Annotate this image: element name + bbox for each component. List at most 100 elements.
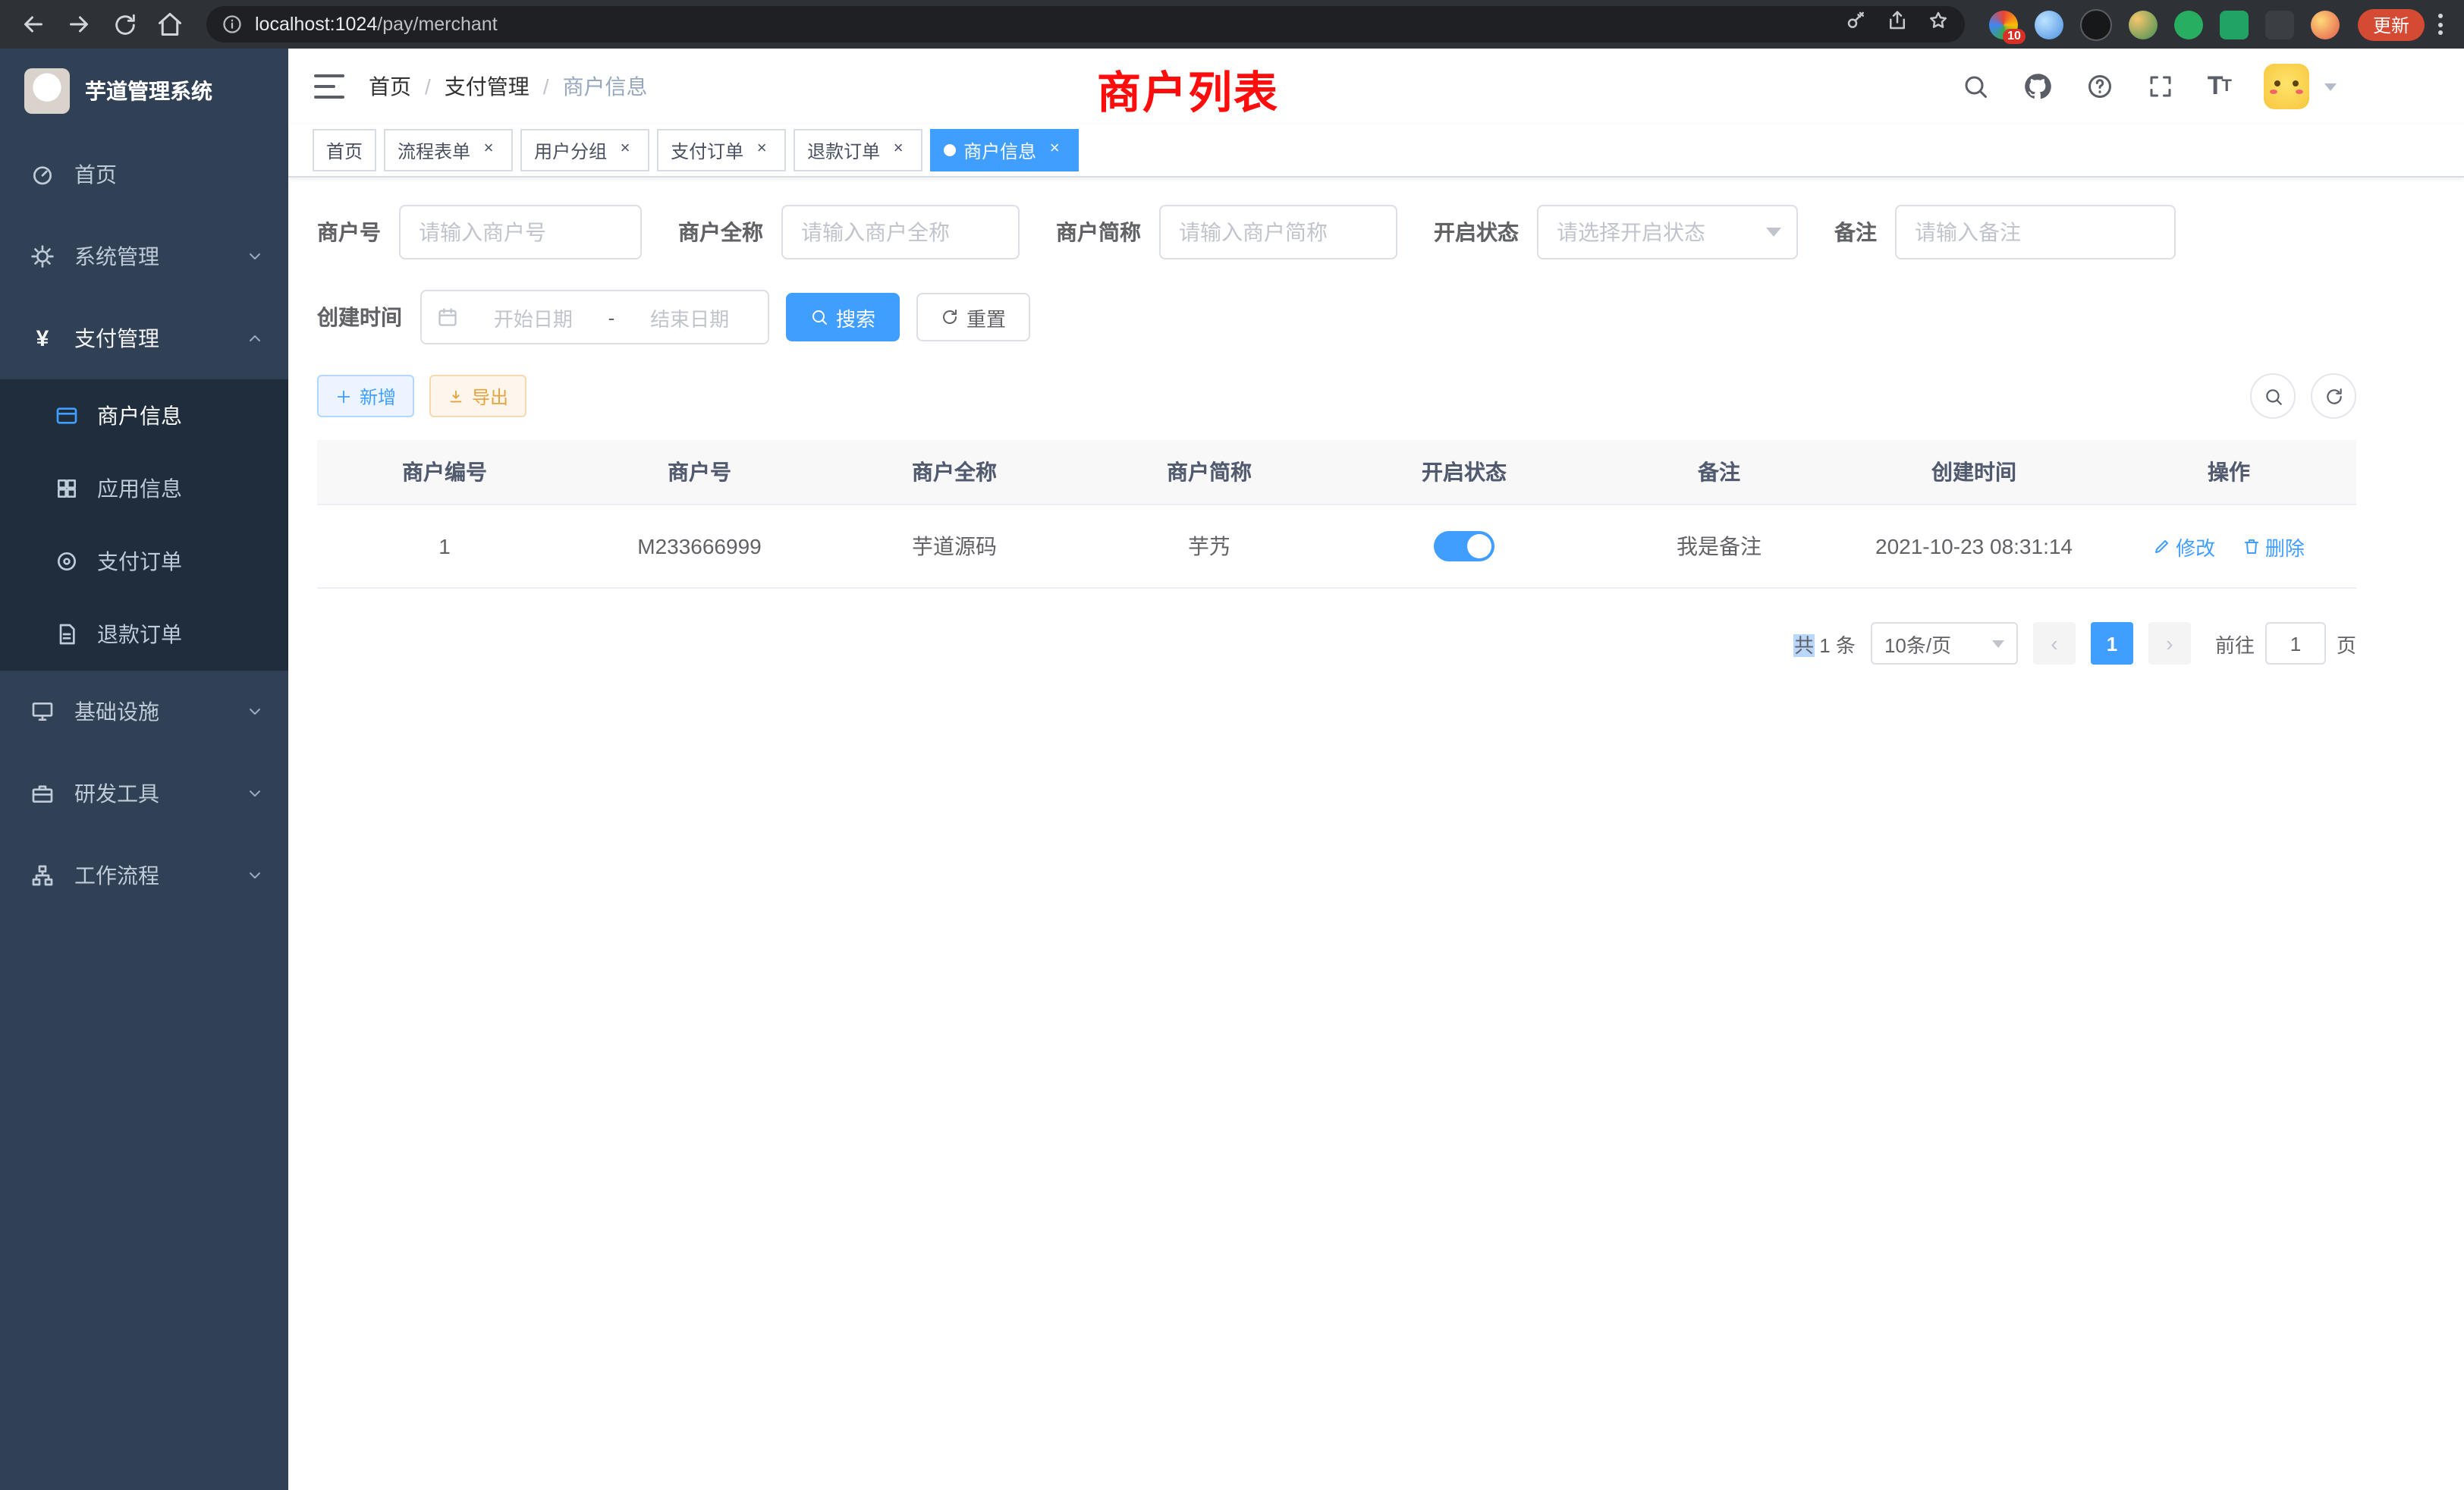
bookmark-star-icon[interactable] xyxy=(1927,9,1950,39)
close-icon[interactable]: × xyxy=(751,140,772,161)
sidebar-item-label: 退款订单 xyxy=(97,619,182,649)
sidebar-item-system[interactable]: 系统管理 xyxy=(0,215,288,297)
fullscreen-icon[interactable] xyxy=(2147,73,2174,100)
extension-icon-6[interactable] xyxy=(2220,10,2249,39)
tab-process-form[interactable]: 流程表单× xyxy=(384,129,513,171)
browser-forward-button[interactable] xyxy=(58,3,100,46)
chrome-update-button[interactable]: 更新 xyxy=(2358,8,2425,40)
edit-link[interactable]: 修改 xyxy=(2153,532,2215,561)
sidebar-item-workflow[interactable]: 工作流程 xyxy=(0,835,288,916)
show-search-toggle-button[interactable] xyxy=(2250,373,2296,419)
sidebar-item-merchant-info[interactable]: 商户信息 xyxy=(0,379,288,452)
dashboard-icon xyxy=(30,162,55,187)
full-name-input[interactable] xyxy=(781,205,1020,259)
reset-button[interactable]: 重置 xyxy=(916,293,1030,341)
cell-short-name: 芋艿 xyxy=(1082,505,1337,588)
tab-label: 商户信息 xyxy=(963,137,1036,163)
filter-row-2: 创建时间 开始日期 - 结束日期 搜索 重置 xyxy=(317,290,2356,344)
column-header: 商户简称 xyxy=(1082,440,1337,505)
sidebar-item-refund-orders[interactable]: 退款订单 xyxy=(0,598,288,671)
button-label: 新增 xyxy=(360,383,396,409)
extension-icon-1[interactable]: 10 xyxy=(1989,10,2018,39)
extension-icon-4[interactable] xyxy=(2129,10,2158,39)
sidebar-item-payment[interactable]: ¥ 支付管理 xyxy=(0,297,288,379)
font-size-icon[interactable]: TT xyxy=(2208,71,2230,102)
sidebar-item-app-info[interactable]: 应用信息 xyxy=(0,452,288,525)
close-icon[interactable]: × xyxy=(1044,140,1065,161)
avatar[interactable] xyxy=(2264,64,2309,109)
date-end-placeholder: 结束日期 xyxy=(627,303,753,332)
filter-remark: 备注 xyxy=(1834,205,2176,259)
sidebar-item-dev-tools[interactable]: 研发工具 xyxy=(0,753,288,835)
password-key-icon[interactable] xyxy=(1845,9,1868,39)
status-select[interactable]: 请选择开启状态 xyxy=(1537,205,1798,259)
browser-refresh-button[interactable] xyxy=(103,3,146,46)
sidebar-item-label: 基础设施 xyxy=(74,696,159,727)
hamburger-icon[interactable] xyxy=(314,74,344,99)
sidebar-item-home[interactable]: 首页 xyxy=(0,134,288,215)
date-range-picker[interactable]: 开始日期 - 结束日期 xyxy=(420,290,769,344)
remark-input[interactable] xyxy=(1895,205,2176,259)
caret-down-icon[interactable] xyxy=(2324,83,2337,90)
address-bar[interactable]: localhost:1024/pay/merchant xyxy=(206,6,1965,42)
extension-icon-5[interactable] xyxy=(2174,10,2203,39)
page-size-value: 10条/页 xyxy=(1884,629,1951,658)
search-icon[interactable] xyxy=(1962,73,1989,100)
browser-home-button[interactable] xyxy=(149,3,191,46)
short-name-input[interactable] xyxy=(1159,205,1397,259)
status-toggle[interactable] xyxy=(1434,531,1494,561)
extension-icon-3[interactable] xyxy=(2080,8,2112,40)
payment-submenu: 商户信息 应用信息 支付订单 退款订单 xyxy=(0,379,288,671)
extension-icon-8[interactable] xyxy=(2311,10,2340,39)
prev-page-button[interactable]: ‹ xyxy=(2033,622,2076,665)
breadcrumb-home[interactable]: 首页 xyxy=(369,71,411,102)
extension-icon-7[interactable] xyxy=(2265,10,2294,39)
close-icon[interactable]: × xyxy=(614,140,636,161)
page-size-select[interactable]: 10条/页 xyxy=(1871,622,2018,665)
monitor-icon xyxy=(30,699,55,724)
tab-user-group[interactable]: 用户分组× xyxy=(520,129,649,171)
browser-menu-kebab-icon[interactable] xyxy=(2428,6,2452,42)
chevron-down-icon xyxy=(246,866,264,885)
tab-payment-order[interactable]: 支付订单× xyxy=(657,129,786,171)
refresh-table-button[interactable] xyxy=(2311,373,2356,419)
breadcrumb: 首页 / 支付管理 / 商户信息 xyxy=(369,71,648,102)
filter-merchant-no: 商户号 xyxy=(317,205,642,259)
delete-link[interactable]: 删除 xyxy=(2242,532,2305,561)
button-label: 导出 xyxy=(472,383,508,409)
toolbox-icon xyxy=(30,781,55,806)
filter-full-name: 商户全称 xyxy=(678,205,1020,259)
goto-label: 前往 xyxy=(2215,629,2255,658)
toolbar-right xyxy=(2250,373,2356,419)
add-button[interactable]: 新增 xyxy=(317,375,414,417)
page-number-1[interactable]: 1 xyxy=(2091,622,2133,665)
goto-page-input[interactable] xyxy=(2265,622,2326,665)
button-label: 搜索 xyxy=(836,303,875,332)
help-icon[interactable] xyxy=(2086,73,2114,100)
sidebar-item-payment-orders[interactable]: 支付订单 xyxy=(0,525,288,598)
github-icon[interactable] xyxy=(2022,71,2053,102)
column-header: 商户编号 xyxy=(317,440,572,505)
tab-refund-order[interactable]: 退款订单× xyxy=(794,129,922,171)
column-header: 商户全称 xyxy=(827,440,1082,505)
filter-status: 开启状态 请选择开启状态 xyxy=(1434,205,1798,259)
close-icon[interactable]: × xyxy=(888,140,909,161)
sidebar-item-infrastructure[interactable]: 基础设施 xyxy=(0,671,288,753)
tab-merchant-info[interactable]: 商户信息 × xyxy=(930,129,1079,171)
breadcrumb-current: 商户信息 xyxy=(563,71,648,102)
browser-back-button[interactable] xyxy=(12,3,55,46)
next-page-button[interactable]: › xyxy=(2148,622,2191,665)
close-icon[interactable]: × xyxy=(478,140,499,161)
export-button[interactable]: 导出 xyxy=(429,375,526,417)
search-button[interactable]: 搜索 xyxy=(786,293,900,341)
extension-icon-2[interactable] xyxy=(2035,10,2063,39)
share-icon[interactable] xyxy=(1886,9,1909,39)
yen-icon: ¥ xyxy=(30,325,55,351)
pagination-total: 共 1 条 xyxy=(1794,629,1856,658)
breadcrumb-payment[interactable]: 支付管理 xyxy=(445,71,530,102)
chevron-up-icon xyxy=(246,329,264,347)
tab-home[interactable]: 首页 xyxy=(313,129,376,171)
sidebar-item-label: 商户信息 xyxy=(97,401,182,431)
site-info-icon[interactable] xyxy=(222,14,243,35)
merchant-no-input[interactable] xyxy=(399,205,642,259)
